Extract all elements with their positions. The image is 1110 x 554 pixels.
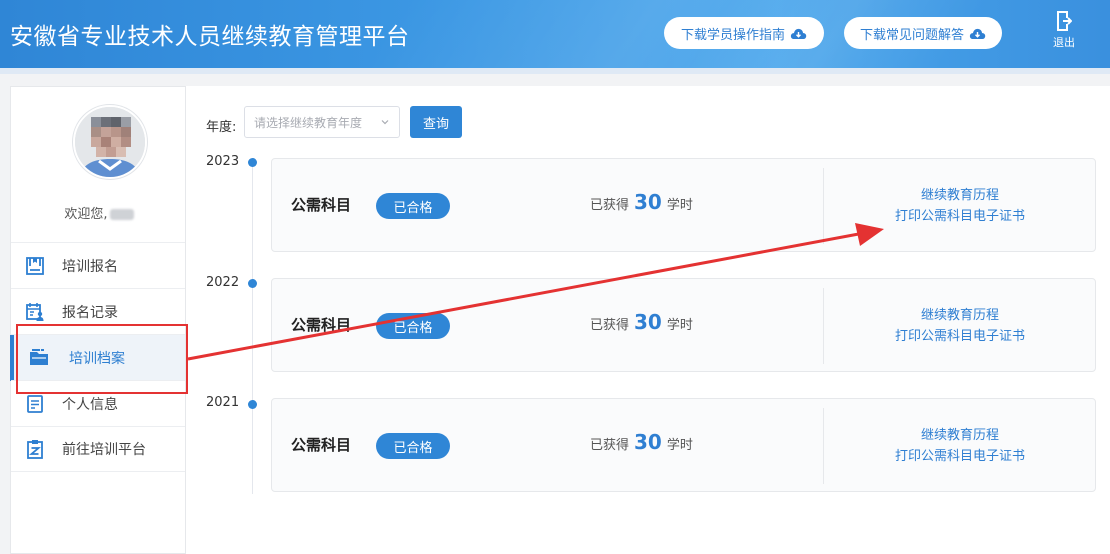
query-button[interactable]: 查询 xyxy=(410,106,462,138)
download-guide-label: 下载学员操作指南 xyxy=(680,27,785,43)
site-title: 安徽省专业技术人员继续教育管理平台 xyxy=(10,24,410,50)
history-link[interactable]: 继续教育历程 xyxy=(825,185,1095,206)
timeline-dot xyxy=(248,279,257,288)
status-badge: 已合格 xyxy=(376,313,450,339)
print-certificate-link[interactable]: 打印公需科目电子证书 xyxy=(825,206,1095,227)
chevron-down-icon xyxy=(381,120,389,125)
book-icon xyxy=(26,256,44,275)
year-filter-label: 年度: xyxy=(206,120,237,135)
record-subject: 公需科目 xyxy=(291,196,352,214)
top-header: 安徽省专业技术人员继续教育管理平台 下载学员操作指南 下载常见问题解答 退出 xyxy=(0,0,1110,68)
record-subject: 公需科目 xyxy=(291,436,352,454)
record-subject: 公需科目 xyxy=(291,316,352,334)
timeline-year: 2023 xyxy=(206,154,240,169)
record-card: 公需科目 已合格 已获得 30 学时 继续教育历程 打印公需科目电子证书 xyxy=(271,278,1096,372)
record-hours: 已获得 30 学时 xyxy=(590,190,693,214)
status-badge: 已合格 xyxy=(376,193,450,219)
timeline-dot xyxy=(248,158,257,167)
record-hours: 已获得 30 学时 xyxy=(590,310,693,334)
record-card: 公需科目 已合格 已获得 30 学时 继续教育历程 打印公需科目电子证书 xyxy=(271,158,1096,252)
download-faq-label: 下载常见问题解答 xyxy=(859,27,964,43)
timeline-year: 2021 xyxy=(206,395,240,410)
record-card: 公需科目 已合格 已获得 30 学时 继续教育历程 打印公需科目电子证书 xyxy=(271,398,1096,492)
card-divider xyxy=(823,408,824,484)
status-badge: 已合格 xyxy=(376,433,450,459)
card-divider xyxy=(823,168,824,244)
timeline-year: 2022 xyxy=(206,275,240,290)
welcome-text: 欢迎您, xyxy=(11,203,187,222)
sidebar-item-go-training-platform[interactable]: 前往培训平台 xyxy=(11,426,185,472)
download-guide-button[interactable]: 下载学员操作指南 xyxy=(664,17,824,49)
sidebar-item-label: 前往培训平台 xyxy=(62,442,146,458)
clipboard-icon xyxy=(27,440,43,459)
sidebar-item-training-registration[interactable]: 培训报名 xyxy=(11,242,185,288)
print-certificate-link[interactable]: 打印公需科目电子证书 xyxy=(825,326,1095,347)
download-faq-button[interactable]: 下载常见问题解答 xyxy=(844,17,1002,49)
header-divider xyxy=(0,68,1110,74)
sidebar-item-label: 个人信息 xyxy=(62,396,118,413)
year-select-placeholder: 请选择继续教育年度 xyxy=(254,115,363,130)
record-links: 继续教育历程 打印公需科目电子证书 xyxy=(825,425,1095,467)
record-links: 继续教育历程 打印公需科目电子证书 xyxy=(825,185,1095,227)
sidebar: 欢迎您, 培训报名 报名记录 培训档案 个人信息 前往培训平台 xyxy=(10,86,186,554)
logout-label: 退出 xyxy=(1053,36,1075,49)
avatar xyxy=(73,105,147,179)
timeline-line xyxy=(252,164,253,494)
sidebar-item-label: 报名记录 xyxy=(62,304,118,321)
record-hours: 已获得 30 学时 xyxy=(590,430,693,454)
main-content: 年度: 请选择继续教育年度 查询 2023 公需科目 已合格 已获得 30 学时 继… xyxy=(186,86,1110,554)
logout-button[interactable]: 退出 xyxy=(1042,10,1086,50)
username-redacted xyxy=(109,209,134,220)
history-link[interactable]: 继续教育历程 xyxy=(825,305,1095,326)
history-link[interactable]: 继续教育历程 xyxy=(825,425,1095,446)
document-icon xyxy=(27,394,43,413)
sidebar-item-label: 培训报名 xyxy=(62,258,118,275)
annotation-highlight-box xyxy=(16,324,188,394)
cloud-download-icon xyxy=(969,28,986,39)
year-select[interactable]: 请选择继续教育年度 xyxy=(244,106,400,138)
calendar-user-icon xyxy=(26,302,44,321)
cloud-download-icon xyxy=(790,28,807,39)
timeline-dot xyxy=(248,400,257,409)
logout-door-icon xyxy=(1057,11,1072,31)
print-certificate-link[interactable]: 打印公需科目电子证书 xyxy=(825,446,1095,467)
card-divider xyxy=(823,288,824,364)
record-links: 继续教育历程 打印公需科目电子证书 xyxy=(825,305,1095,347)
